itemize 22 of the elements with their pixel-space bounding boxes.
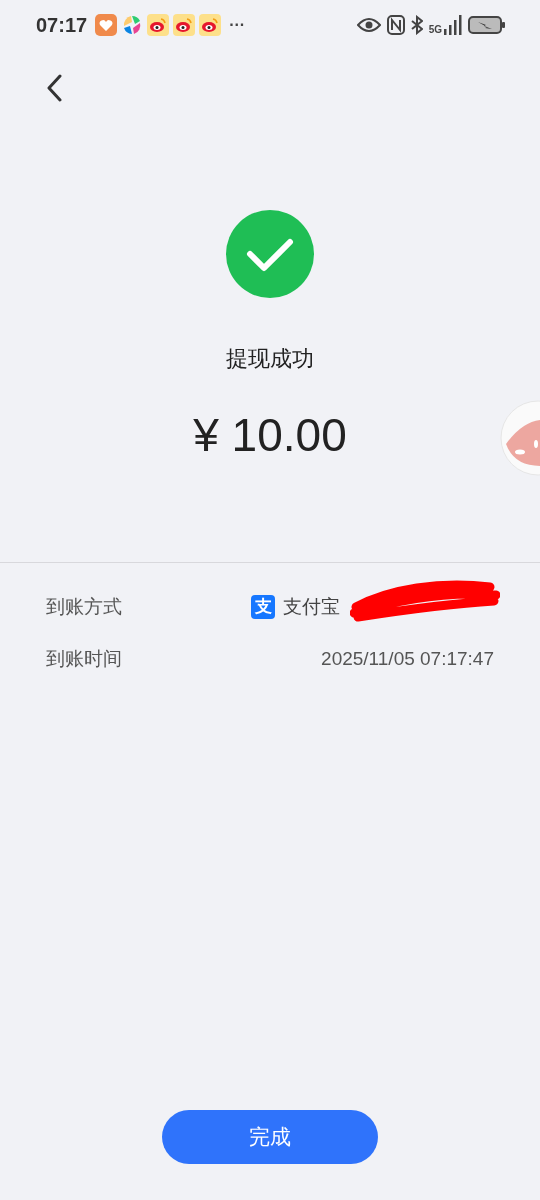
result-title: 提现成功	[226, 345, 314, 373]
nfc-icon	[386, 15, 405, 35]
alipay-icon: 支	[251, 595, 275, 619]
detail-label: 到账时间	[46, 646, 122, 671]
status-time: 07:17	[36, 13, 88, 38]
amount: ¥ 10.00	[193, 408, 347, 463]
eye-icon	[356, 17, 381, 33]
done-button[interactable]: 完成	[162, 1110, 378, 1164]
battery-charging-icon	[468, 15, 506, 35]
detail-value: 支付宝	[283, 594, 340, 619]
success-check-icon	[226, 210, 314, 298]
detail-value: 2025/11/05 07:17:47	[321, 646, 494, 671]
app-notification-icon	[147, 14, 170, 36]
app-notification-icon	[95, 14, 118, 36]
signal-icon	[444, 15, 462, 35]
back-icon	[46, 74, 62, 102]
app-notification-icon	[173, 14, 196, 36]
more-notifications-indicator: ···	[229, 15, 246, 35]
app-notification-icon	[199, 14, 222, 36]
network-type: 5G	[428, 25, 442, 35]
detail-label: 到账方式	[46, 594, 122, 619]
bluetooth-icon	[410, 15, 423, 35]
